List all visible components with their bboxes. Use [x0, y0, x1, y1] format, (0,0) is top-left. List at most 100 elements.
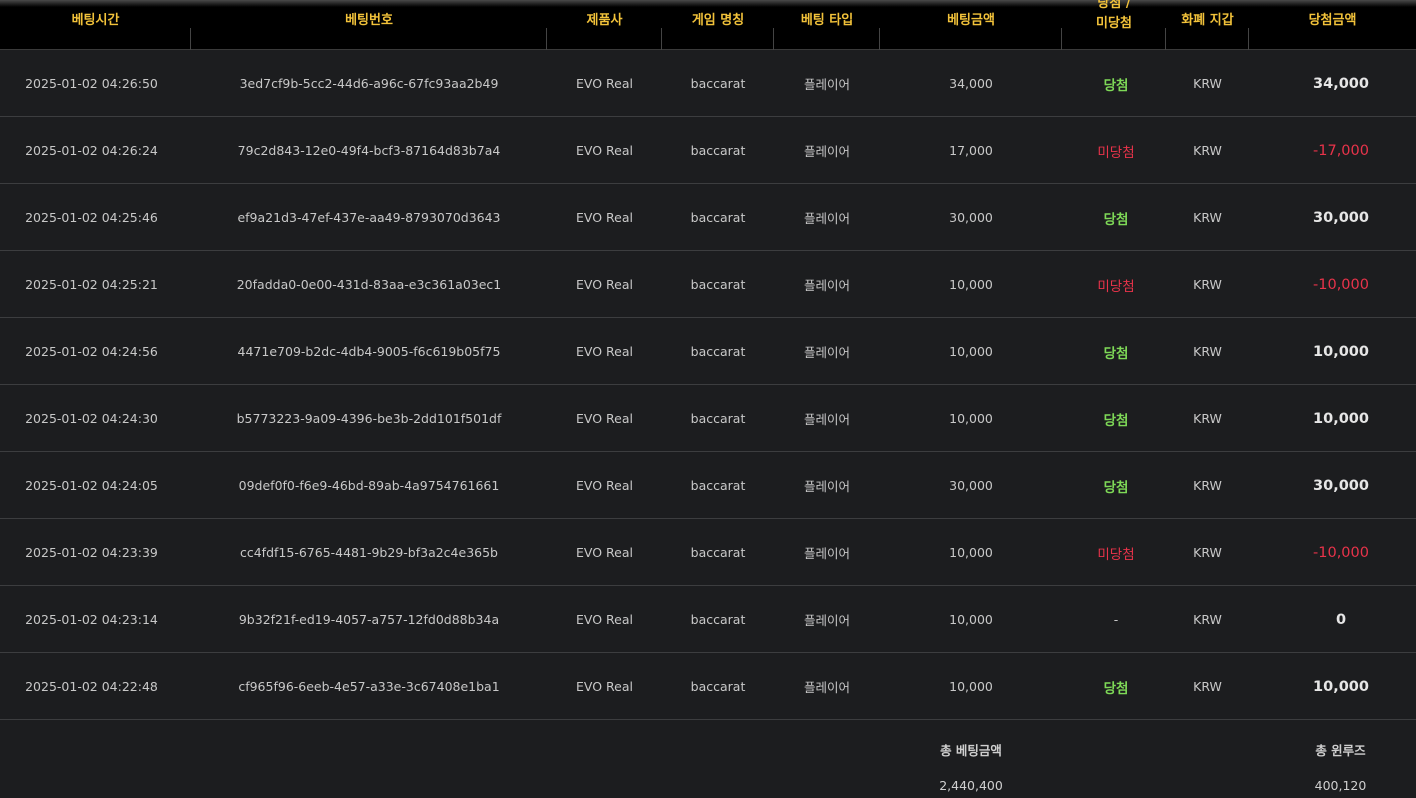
cell-bet-type: 플레이어 — [803, 613, 850, 628]
cell-bet-amount: 10,000 — [949, 411, 993, 426]
cell-win-amount: 30,000 — [1313, 477, 1369, 494]
cell-win-amount: 10,000 — [1313, 343, 1369, 360]
cell-wallet: KRW — [1193, 277, 1222, 292]
cell-win-amount: -10,000 — [1313, 276, 1369, 293]
bet-history-page: 베팅시간 베팅번호 제품사 게임 명칭 베팅 타입 베팅금액 당첨 / 미당첨 — [0, 0, 1416, 798]
table-row: 2025-01-02 04:24:56 4471e709-b2dc-4db4-90… — [0, 318, 1416, 385]
cell-result: 당첨 — [1103, 345, 1129, 362]
cell-bet-time: 2025-01-02 04:24:30 — [25, 411, 158, 426]
cell-bet-amount: 10,000 — [949, 612, 993, 627]
cell-provider: EVO Real — [576, 679, 633, 694]
cell-provider: EVO Real — [576, 210, 633, 225]
total-winloss-label: 총 윈루즈 — [1315, 743, 1366, 758]
cell-bet-type: 플레이어 — [803, 412, 850, 427]
cell-bet-time: 2025-01-02 04:22:48 — [25, 679, 158, 694]
cell-bet-time: 2025-01-02 04:25:21 — [25, 277, 158, 292]
cell-provider: EVO Real — [576, 545, 633, 560]
cell-provider: EVO Real — [576, 612, 633, 627]
cell-game-name: baccarat — [690, 612, 746, 627]
cell-provider: EVO Real — [576, 76, 633, 91]
cell-bet-time: 2025-01-02 04:23:39 — [25, 545, 158, 560]
cell-bet-type: 플레이어 — [803, 479, 850, 494]
table-row: 2025-01-02 04:25:21 20fadda0-0e00-431d-83… — [0, 251, 1416, 318]
table-header: 베팅시간 베팅번호 제품사 게임 명칭 베팅 타입 베팅금액 당첨 / 미당첨 — [0, 0, 1416, 50]
cell-bet-type: 플레이어 — [803, 144, 850, 159]
cell-bet-amount: 34,000 — [949, 76, 993, 91]
cell-bet-number: cf965f96-6eeb-4e57-a33e-3c67408e1ba1 — [238, 679, 500, 694]
cell-result: 당첨 — [1103, 680, 1129, 697]
cell-result: 당첨 — [1103, 479, 1129, 496]
total-bet-value: 2,440,400 — [939, 778, 1003, 793]
cell-game-name: baccarat — [690, 277, 746, 292]
cell-bet-time: 2025-01-02 04:24:56 — [25, 344, 158, 359]
cell-game-name: baccarat — [690, 679, 746, 694]
table-row: 2025-01-02 04:24:05 09def0f0-f6e9-46bd-89… — [0, 452, 1416, 519]
cell-provider: EVO Real — [576, 411, 633, 426]
cell-result: 미당첨 — [1097, 278, 1135, 295]
cell-bet-amount: 10,000 — [949, 344, 993, 359]
cell-win-amount: -10,000 — [1313, 544, 1369, 561]
cell-wallet: KRW — [1193, 210, 1222, 225]
cell-bet-number: 9b32f21f-ed19-4057-a757-12fd0d88b34a — [238, 612, 500, 627]
cell-bet-type: 플레이어 — [803, 546, 850, 561]
cell-game-name: baccarat — [690, 545, 746, 560]
cell-wallet: KRW — [1193, 411, 1222, 426]
cell-win-amount: -17,000 — [1313, 142, 1369, 159]
total-bet-label: 총 베팅금액 — [940, 743, 1002, 758]
cell-provider: EVO Real — [576, 344, 633, 359]
header-game-name: 게임 명칭 — [662, 0, 774, 50]
header-result: 당첨 / 미당첨 — [1062, 0, 1166, 50]
header-bet-time: 베팅시간 — [0, 0, 191, 50]
cell-bet-amount: 10,000 — [949, 545, 993, 560]
cell-win-amount: 0 — [1335, 611, 1347, 628]
table-row: 2025-01-02 04:22:48 cf965f96-6eeb-4e57-a3… — [0, 653, 1416, 720]
cell-bet-type: 플레이어 — [803, 345, 850, 360]
cell-bet-amount: 10,000 — [949, 277, 993, 292]
cell-result: - — [1113, 612, 1119, 627]
cell-bet-number: 09def0f0-f6e9-46bd-89ab-4a9754761661 — [238, 478, 500, 493]
cell-bet-amount: 30,000 — [949, 478, 993, 493]
table-row: 2025-01-02 04:25:46 ef9a21d3-47ef-437e-aa… — [0, 184, 1416, 251]
cell-bet-amount: 30,000 — [949, 210, 993, 225]
table-row: 2025-01-02 04:26:24 79c2d843-12e0-49f4-bc… — [0, 117, 1416, 184]
header-bet-amount: 베팅금액 — [880, 0, 1062, 50]
cell-game-name: baccarat — [690, 76, 746, 91]
cell-bet-time: 2025-01-02 04:26:50 — [25, 76, 158, 91]
header-bet-type: 베팅 타입 — [774, 0, 880, 50]
table-row: 2025-01-02 04:24:30 b5773223-9a09-4396-be… — [0, 385, 1416, 452]
cell-bet-amount: 17,000 — [949, 143, 993, 158]
cell-game-name: baccarat — [690, 411, 746, 426]
cell-bet-number: 20fadda0-0e00-431d-83aa-e3c361a03ec1 — [236, 277, 502, 292]
table-row: 2025-01-02 04:23:14 9b32f21f-ed19-4057-a7… — [0, 586, 1416, 653]
cell-game-name: baccarat — [690, 344, 746, 359]
cell-bet-time: 2025-01-02 04:24:05 — [25, 478, 158, 493]
cell-bet-type: 플레이어 — [803, 77, 850, 92]
cell-bet-amount: 10,000 — [949, 679, 993, 694]
cell-bet-type: 플레이어 — [803, 278, 850, 293]
cell-win-amount: 30,000 — [1313, 209, 1369, 226]
cell-game-name: baccarat — [690, 143, 746, 158]
header-win-amount: 당첨금액 — [1308, 13, 1357, 28]
cell-win-amount: 10,000 — [1313, 410, 1369, 427]
cell-bet-time: 2025-01-02 04:26:24 — [25, 143, 158, 158]
cell-bet-number: ef9a21d3-47ef-437e-aa49-8793070d3643 — [237, 210, 501, 225]
cell-wallet: KRW — [1193, 545, 1222, 560]
cell-bet-number: 79c2d843-12e0-49f4-bcf3-87164d83b7a4 — [237, 143, 501, 158]
cell-bet-number: 4471e709-b2dc-4db4-9005-f6c619b05f75 — [237, 344, 501, 359]
cell-provider: EVO Real — [576, 478, 633, 493]
summary-footer: 총 베팅금액 2,440,400 총 윈루즈 400,120 — [0, 720, 1416, 798]
cell-provider: EVO Real — [576, 143, 633, 158]
header-wallet: 화폐 지갑 — [1166, 0, 1249, 50]
cell-bet-type: 플레이어 — [803, 211, 850, 226]
cell-game-name: baccarat — [690, 478, 746, 493]
total-winloss-value: 400,120 — [1314, 778, 1367, 793]
table-row: 2025-01-02 04:26:50 3ed7cf9b-5cc2-44d6-a9… — [0, 50, 1416, 117]
cell-bet-number: cc4fdf15-6765-4481-9b29-bf3a2c4e365b — [239, 545, 498, 560]
cell-bet-number: 3ed7cf9b-5cc2-44d6-a96c-67fc93aa2b49 — [239, 76, 499, 91]
header-bet-number: 베팅번호 — [191, 0, 547, 50]
cell-provider: EVO Real — [576, 277, 633, 292]
cell-result: 당첨 — [1103, 211, 1129, 228]
cell-wallet: KRW — [1193, 612, 1222, 627]
cell-result: 당첨 — [1103, 412, 1129, 429]
cell-bet-time: 2025-01-02 04:23:14 — [25, 612, 158, 627]
